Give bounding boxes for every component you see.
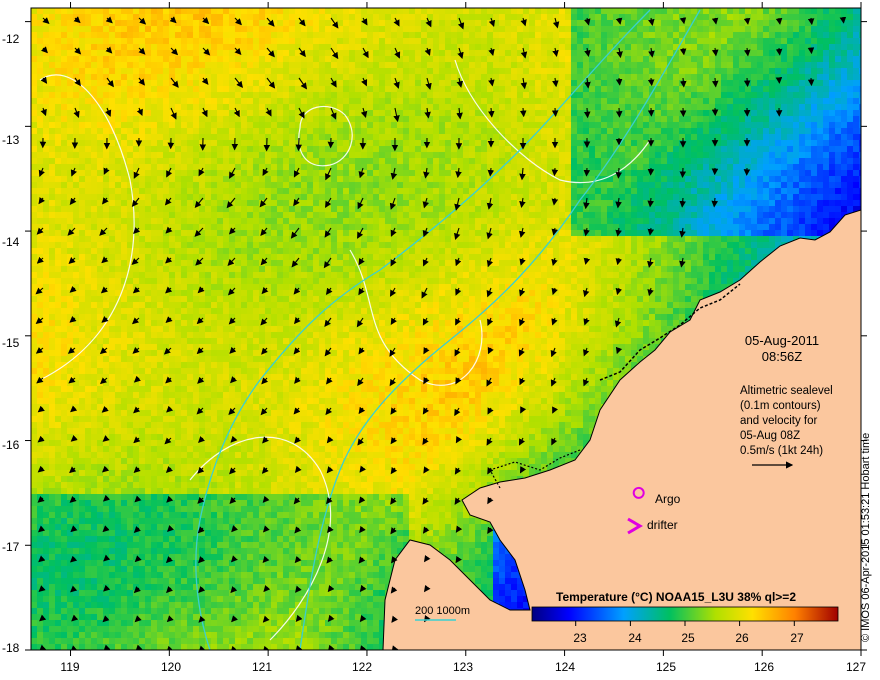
lon-tick-label: 125 bbox=[655, 660, 677, 674]
colorbar-tick-label: 27 bbox=[790, 631, 804, 645]
lat-tick-label: -18 bbox=[2, 641, 20, 655]
legend-line: 0.5m/s (1kt 24h) bbox=[740, 445, 824, 457]
colorbar-tick-label: 26 bbox=[735, 631, 749, 645]
legend-line: 05-Aug 08Z bbox=[740, 430, 801, 442]
lat-tick-label: -16 bbox=[2, 438, 20, 452]
altimetry-legend: Altimetric sealevel (0.1m contours) and … bbox=[740, 384, 833, 459]
lat-tick-label: -12 bbox=[2, 32, 20, 46]
credit-text: © IMOS 06-Apr-2015 01:53:21 Hobart time bbox=[860, 432, 872, 642]
colorbar-tick-label: 25 bbox=[681, 631, 695, 645]
lat-tick-label: -17 bbox=[2, 540, 20, 554]
depth-scale-label: 200 1000m bbox=[415, 605, 471, 617]
legend-line: and velocity for bbox=[740, 415, 818, 427]
legend-line: Altimetric sealevel bbox=[740, 385, 833, 397]
image-date: 05-Aug-2011 bbox=[744, 333, 820, 348]
lon-tick-label: 126 bbox=[753, 660, 775, 674]
lon-tick-label: 127 bbox=[845, 660, 867, 674]
lat-tick-label: -13 bbox=[2, 133, 20, 147]
lon-tick-label: 122 bbox=[351, 660, 373, 674]
lon-tick-label: 119 bbox=[60, 660, 80, 674]
colorbar bbox=[531, 606, 839, 622]
colorbar-tick-label: 23 bbox=[573, 631, 587, 645]
lon-tick-label: 124 bbox=[554, 660, 576, 674]
lat-tick-label: -15 bbox=[2, 336, 20, 350]
drifter-label: drifter bbox=[647, 518, 678, 532]
lat-tick-label: -14 bbox=[2, 235, 20, 249]
lon-tick-label: 121 bbox=[251, 660, 273, 674]
colorbar-tick-label: 24 bbox=[628, 631, 642, 645]
lon-tick-label: 120 bbox=[160, 660, 182, 674]
legend-line: (0.1m contours) bbox=[740, 400, 821, 412]
lon-tick-label: 123 bbox=[452, 660, 474, 674]
argo-label: Argo bbox=[655, 492, 681, 506]
colorbar-title: Temperature (°C) NOAA15_L3U 38% ql>=2 bbox=[556, 590, 796, 604]
image-time: 08:56Z bbox=[761, 349, 803, 364]
